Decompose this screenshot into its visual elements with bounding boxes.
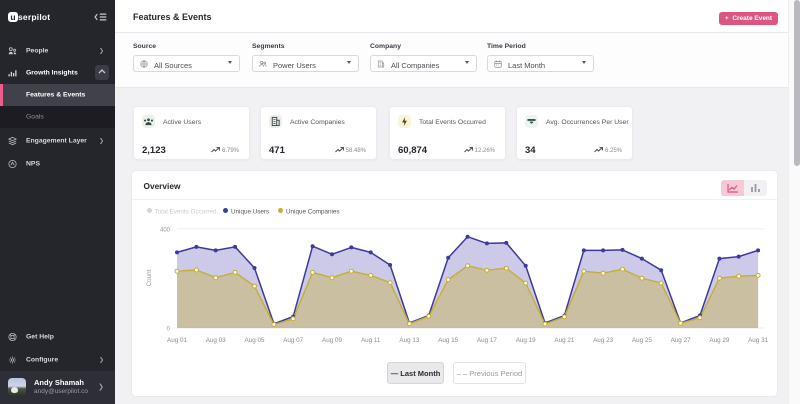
svg-text:Aug 23: Aug 23 [593,337,613,344]
svg-text:Count: Count [146,269,153,286]
svg-text:Aug 13: Aug 13 [399,337,419,344]
svg-text:Aug 19: Aug 19 [516,337,536,344]
svg-text:Aug 25: Aug 25 [632,337,652,344]
svg-text:Aug 11: Aug 11 [361,337,381,344]
svg-text:Aug 15: Aug 15 [438,337,458,344]
svg-text:Aug 05: Aug 05 [245,337,265,344]
svg-text:Aug 03: Aug 03 [206,337,226,344]
svg-text:Aug 31: Aug 31 [748,337,768,344]
svg-text:Aug 27: Aug 27 [671,337,691,344]
svg-text:Aug 21: Aug 21 [554,337,574,344]
svg-text:Aug 07: Aug 07 [283,337,303,344]
svg-text:Aug 09: Aug 09 [322,337,342,344]
svg-text:400: 400 [160,228,171,234]
svg-text:Aug 29: Aug 29 [709,337,729,344]
svg-text:Aug 01: Aug 01 [167,337,187,344]
svg-text:0: 0 [167,327,171,333]
svg-text:Aug 17: Aug 17 [477,337,497,344]
